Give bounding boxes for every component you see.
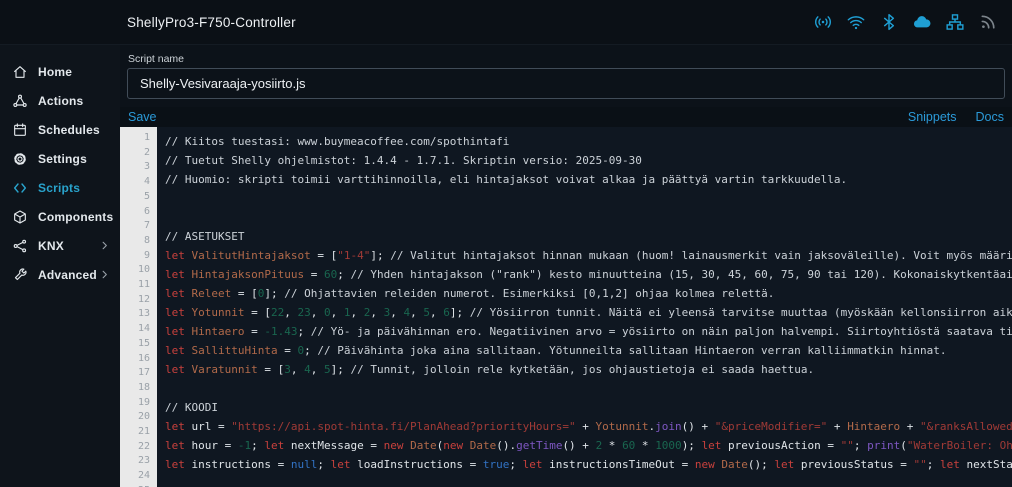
code-line: let hour = -1; let nextMessage = new Dat… (165, 439, 1012, 452)
access-point-icon (813, 12, 833, 32)
cloud-icon (912, 12, 932, 32)
gutter-line-number: 13 (137, 308, 150, 320)
code-line: let Hintaero = -1.43; // Yö- ja päivähin… (165, 325, 1012, 338)
gutter-line-number: 24 (137, 470, 150, 482)
gear-icon (12, 151, 28, 167)
sidebar-item-schedules[interactable]: Schedules (0, 115, 120, 144)
code-line: // Kiitos tuestasi: www.buymeacoffee.com… (165, 135, 510, 148)
gutter-line-number: 4 (143, 176, 150, 188)
home-icon (12, 64, 28, 80)
gutter-line-number: 5 (143, 190, 150, 202)
wifi-icon (846, 12, 866, 32)
bluetooth-icon (879, 12, 899, 32)
gutter-line-number: 16 (137, 352, 150, 364)
script-name-input[interactable] (127, 68, 1005, 99)
code-content[interactable]: // Kiitos tuestasi: www.buymeacoffee.com… (157, 127, 1012, 487)
save-button[interactable]: Save (128, 110, 157, 124)
gutter-line-number: 2 (143, 146, 150, 158)
gutter-line-number: 17 (137, 367, 150, 379)
sidebar-item-label: Settings (38, 151, 87, 166)
chevron-right-icon (99, 269, 110, 280)
editor-toolbar: Save Snippets Docs (120, 107, 1012, 127)
sidebar-item-actions[interactable]: Actions (0, 86, 120, 115)
code-icon (12, 180, 28, 196)
status-icon-bar (813, 12, 998, 32)
sidebar-item-label: KNX (38, 238, 64, 253)
gutter-line-number: 10 (137, 264, 150, 276)
code-editor[interactable]: 1234567891011121314151617181920212223242… (120, 127, 1012, 487)
sidebar-item-scripts[interactable]: Scripts (0, 173, 120, 202)
code-line: let ValitutHintajaksot = ["1-4"]; // Val… (165, 249, 1012, 262)
ethernet-icon (945, 12, 965, 32)
calendar-icon (12, 122, 28, 138)
code-line: let HintajaksonPituus = 60; // Yhden hin… (165, 268, 1012, 281)
code-line: let Releet = [0]; // Ohjattavien releide… (165, 287, 775, 300)
gutter-line-number: 18 (137, 381, 150, 393)
package-icon (12, 209, 28, 225)
sidebar-item-label: Schedules (38, 122, 100, 137)
top-bar: ShellyPro3-F750-Controller (0, 0, 1012, 45)
gutter-line-number: 20 (137, 411, 150, 423)
code-line: let instructions = null; let loadInstruc… (165, 458, 1012, 471)
code-line: let Yotunnit = [22, 23, 0, 1, 2, 3, 4, 5… (165, 306, 1012, 319)
rss-icon (978, 12, 998, 32)
gutter-line-number: 19 (137, 396, 150, 408)
sidebar-item-knx[interactable]: KNX (0, 231, 120, 260)
wrench-icon (12, 267, 28, 283)
sidebar-item-label: Home (38, 64, 73, 79)
gutter-line-number: 21 (137, 426, 150, 438)
line-number-gutter: 1234567891011121314151617181920212223242… (120, 127, 157, 487)
chevron-right-icon (99, 240, 110, 251)
code-line: // ASETUKSET (165, 230, 245, 243)
code-line: // Huomio: skripti toimii varttihinnoill… (165, 173, 848, 186)
sidebar-item-label: Components (38, 209, 114, 224)
gutter-line-number: 3 (143, 161, 150, 173)
gutter-line-number: 15 (137, 337, 150, 349)
sidebar-item-components[interactable]: Components (0, 202, 120, 231)
script-editor-panel: Script name Save Snippets Docs 123456789… (120, 45, 1012, 487)
code-line: let SallittuHinta = 0; // Päivähinta jok… (165, 344, 947, 357)
gutter-line-number: 12 (137, 293, 150, 305)
script-name-label: Script name (128, 53, 185, 65)
gutter-line-number: 23 (137, 455, 150, 467)
gutter-line-number: 9 (143, 249, 150, 261)
device-title: ShellyPro3-F750-Controller (127, 14, 296, 30)
gutter-line-number: 11 (137, 279, 150, 291)
docs-link[interactable]: Docs (976, 110, 1004, 124)
snippets-link[interactable]: Snippets (908, 110, 957, 124)
sidebar-item-label: Actions (38, 93, 84, 108)
code-line: let url = "https://api.spot-hinta.fi/Pla… (165, 420, 1012, 433)
gutter-line-number: 14 (137, 323, 150, 335)
sidebar-item-label: Scripts (38, 180, 81, 195)
code-line: // Tuetut Shelly ohjelmistot: 1.4.4 - 1.… (165, 154, 642, 167)
gutter-line-number: 22 (137, 440, 150, 452)
sidebar-item-label: Advanced (38, 267, 97, 282)
gutter-line-number: 7 (143, 220, 150, 232)
sidebar-item-advanced[interactable]: Advanced (0, 260, 120, 289)
sidebar-item-settings[interactable]: Settings (0, 144, 120, 173)
sidebar-nav: Home Actions Schedules Settings Scripts Compo… (0, 45, 120, 487)
actions-icon (12, 93, 28, 109)
code-line: let Varatunnit = [3, 4, 5]; // Tunnit, j… (165, 363, 815, 376)
shelly-admin-app: ShellyPro3-F750-Controller Home Actions Sc… (0, 0, 1012, 487)
network-icon (12, 238, 28, 254)
gutter-line-number: 6 (143, 205, 150, 217)
sidebar-item-home[interactable]: Home (0, 57, 120, 86)
code-line: // KOODI (165, 401, 218, 414)
gutter-line-number: 8 (143, 234, 150, 246)
gutter-line-number: 1 (143, 132, 150, 143)
